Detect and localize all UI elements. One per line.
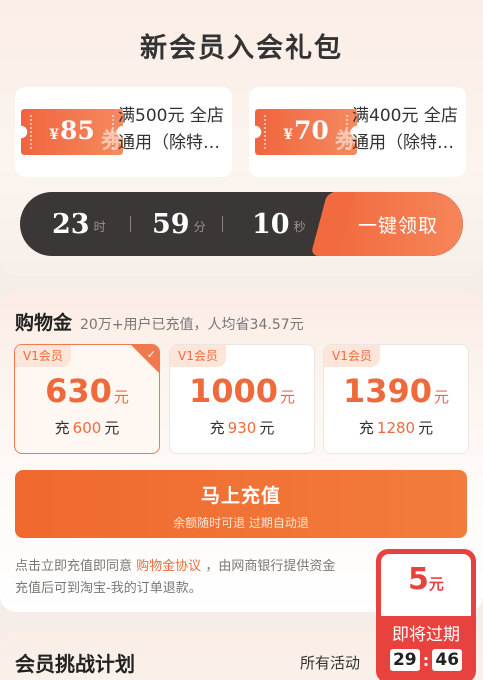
tier-amount: 1000 元 bbox=[188, 372, 296, 410]
expiring-countdown: 29 : 46 bbox=[376, 649, 476, 671]
expiring-label: 即将过期 bbox=[392, 625, 460, 645]
coupon-price: ¥70 bbox=[283, 116, 329, 145]
all-activities-link[interactable]: 所有活动 bbox=[300, 652, 360, 673]
countdown-bar: 23 时 59 分 10 秒 一键领取 bbox=[20, 192, 463, 256]
expiring-amount: 5元 bbox=[408, 562, 444, 597]
coupon-85[interactable]: 券 ¥85 满500元 全店 通用（除特… bbox=[15, 87, 232, 177]
member-badge: V1会员 bbox=[324, 345, 380, 367]
tier-option-1000[interactable]: V1会员 1000 元 充 930 元 bbox=[169, 344, 315, 454]
member-badge: V1会员 bbox=[170, 345, 226, 367]
claim-all-button[interactable]: 一键领取 bbox=[333, 192, 463, 256]
divider bbox=[130, 216, 131, 232]
tier-pay: 充 600 元 bbox=[54, 419, 120, 437]
shopping-money-header: 购物金 20万+用户已充值，人均省34.57元 bbox=[15, 308, 304, 335]
coupon-ticket: 券 ¥70 bbox=[255, 109, 357, 155]
expiring-coupon-widget[interactable]: 5元 即将过期 29 : 46 bbox=[376, 549, 476, 680]
coupon-price: ¥85 bbox=[49, 116, 95, 145]
shopping-money-subtitle: 20万+用户已充值，人均省34.57元 bbox=[80, 317, 304, 333]
new-member-gift-card: 新会员入会礼包 券 ¥85 满500元 全店 通用（除特… 券 ¥70 满400… bbox=[0, 0, 483, 276]
countdown-hours: 23 时 bbox=[52, 208, 106, 240]
topup-now-button[interactable]: 马上充值 余额随时可退 过期自动退 bbox=[15, 470, 467, 538]
tier-amount: 1390 元 bbox=[342, 372, 450, 410]
countdown-minutes: 59 分 bbox=[152, 208, 206, 240]
coupon-ticket: 券 ¥85 bbox=[21, 109, 123, 155]
challenge-title: 会员挑战计划 bbox=[15, 652, 135, 676]
tier-option-630[interactable]: V1会员 ✓ 630 元 充 600 元 bbox=[14, 344, 160, 454]
terms-text: 点击立即充值即同意 购物金协议 ，由网商银行提供资金 充值后可到淘宝-我的订单退… bbox=[15, 559, 336, 596]
gift-title: 新会员入会礼包 bbox=[140, 33, 343, 64]
tier-pay: 充 1280 元 bbox=[358, 419, 434, 437]
tier-amount: 630 元 bbox=[45, 372, 129, 410]
shopping-money-agreement-link[interactable]: 购物金协议 bbox=[136, 559, 201, 574]
selected-check-icon: ✓ bbox=[131, 345, 159, 373]
tier-pay: 充 930 元 bbox=[209, 419, 275, 437]
coupon-70[interactable]: 券 ¥70 满400元 全店 通用（除特… bbox=[249, 87, 466, 177]
countdown-seconds: 10 秒 bbox=[252, 208, 306, 240]
divider bbox=[222, 216, 223, 232]
coupon-description: 满400元 全店 通用（除特… bbox=[352, 106, 458, 153]
shopping-money-title: 购物金 bbox=[15, 312, 73, 334]
tier-option-1390[interactable]: V1会员 1390 元 充 1280 元 bbox=[323, 344, 469, 454]
coupon-description: 满500元 全店 通用（除特… bbox=[118, 106, 224, 153]
member-badge: V1会员 bbox=[15, 345, 71, 367]
